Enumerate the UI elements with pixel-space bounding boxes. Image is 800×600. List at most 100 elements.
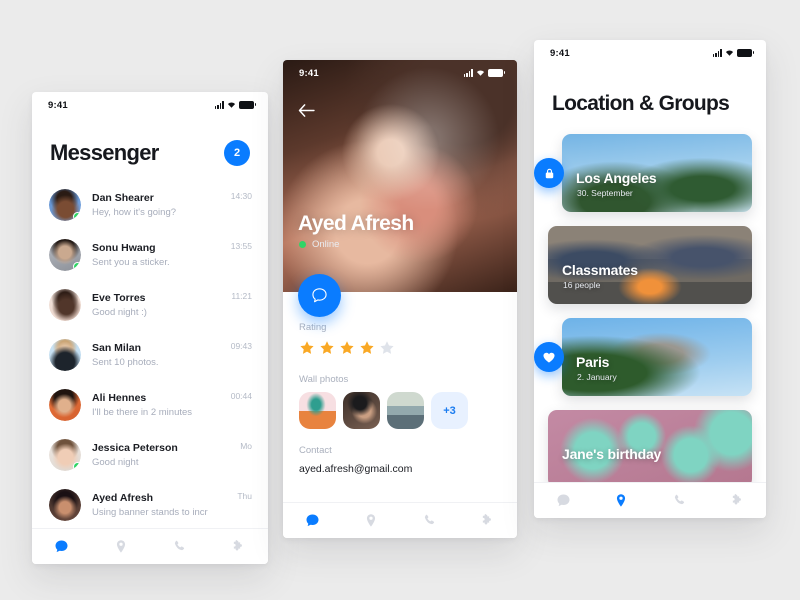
signal-bars-icon xyxy=(463,69,473,77)
location-pin-icon xyxy=(616,494,626,507)
online-indicator xyxy=(299,241,306,248)
list-item-text: Sonu Hwang Sent you a sticker. xyxy=(92,241,220,270)
chat-bubble-icon xyxy=(557,494,569,507)
contact-name: Ayed Afresh xyxy=(92,491,154,504)
contact-name: Jessica Peterson xyxy=(92,441,178,454)
card-container: Classmates 16 people xyxy=(548,226,752,304)
tab-chat[interactable] xyxy=(534,483,592,518)
profile-status: Online xyxy=(299,239,339,250)
card-lock-badge[interactable] xyxy=(534,158,564,188)
list-item[interactable]: Dan Shearer Hey, how it's going? 14:30 xyxy=(32,180,268,230)
avatar[interactable] xyxy=(49,339,81,371)
tab-calls[interactable] xyxy=(400,503,459,538)
back-button[interactable] xyxy=(298,104,315,122)
message-time: 13:55 xyxy=(230,241,252,251)
card-title: Los Angeles xyxy=(576,170,657,186)
card-subtitle: 30. September xyxy=(577,188,633,198)
back-arrow-icon xyxy=(298,104,315,117)
list-item-text: Jessica Peterson Good night xyxy=(92,441,229,470)
avatar[interactable] xyxy=(49,439,81,471)
profile-name: Ayed Afresh xyxy=(298,212,414,235)
message-button[interactable] xyxy=(298,274,341,317)
tab-chat[interactable] xyxy=(32,529,91,564)
list-item[interactable]: Ayed Afresh Using banner stands to incr … xyxy=(32,480,268,530)
card-title: Classmates xyxy=(562,262,638,278)
tab-calls[interactable] xyxy=(650,483,708,518)
groups-card-list[interactable]: Los Angeles 30. September Classmates 16 … xyxy=(534,134,766,488)
list-item-text: Eve Torres Good night :) xyxy=(92,291,220,320)
wall-photo-thumbnail[interactable] xyxy=(387,392,424,429)
rating-stars[interactable] xyxy=(299,340,501,356)
avatar[interactable] xyxy=(49,239,81,271)
list-item[interactable]: San Milan Sent 10 photos. 09:43 xyxy=(32,330,268,380)
contact-name: Sonu Hwang xyxy=(92,241,156,254)
signal-bars-icon xyxy=(712,49,722,57)
star-icon-empty xyxy=(380,341,394,354)
list-item[interactable]: Ali Hennes I'll be there in 2 minutes 00… xyxy=(32,380,268,430)
battery-icon xyxy=(239,101,257,109)
bottom-tab-bar[interactable] xyxy=(534,482,766,518)
profile-status-label: Online xyxy=(312,239,340,250)
puzzle-icon xyxy=(732,494,741,505)
wall-photo-thumbnail[interactable] xyxy=(343,392,380,429)
group-card[interactable]: Jane's birthday xyxy=(548,410,752,488)
wall-photos-more-button[interactable]: +3 xyxy=(431,392,468,429)
list-item[interactable]: Sonu Hwang Sent you a sticker. 13:55 xyxy=(32,230,268,280)
list-item-text: Ayed Afresh Using banner stands to incr xyxy=(92,491,226,520)
message-preview: I'll be there in 2 minutes xyxy=(92,406,193,418)
contact-email[interactable]: ayed.afresh@gmail.com xyxy=(299,463,501,475)
message-time: 14:30 xyxy=(230,191,252,201)
group-card[interactable]: Classmates 16 people xyxy=(548,226,752,304)
avatar[interactable] xyxy=(49,189,81,221)
screenshot-stage: 9:41 Messenger 2 Dan Shearer Hey, how it… xyxy=(0,0,800,600)
online-indicator xyxy=(73,462,81,471)
avatar[interactable] xyxy=(49,289,81,321)
phone-messenger-screen: 9:41 Messenger 2 Dan Shearer Hey, how it… xyxy=(32,92,268,564)
status-bar-time: 9:41 xyxy=(299,67,319,79)
wifi-icon xyxy=(227,101,236,109)
message-preview: Good night xyxy=(92,456,139,468)
wifi-icon xyxy=(476,69,485,77)
tab-location[interactable] xyxy=(91,529,150,564)
location-pin-icon xyxy=(116,540,125,553)
heart-icon xyxy=(543,352,555,363)
conversation-list[interactable]: Dan Shearer Hey, how it's going? 14:30 S… xyxy=(32,180,268,530)
list-item-text: Ali Hennes I'll be there in 2 minutes xyxy=(92,391,220,420)
status-bar-icons xyxy=(463,69,506,77)
tab-calls[interactable] xyxy=(150,529,209,564)
wifi-icon xyxy=(725,49,734,57)
message-time: Mo xyxy=(240,441,252,451)
list-item[interactable]: Eve Torres Good night :) 11:21 xyxy=(32,280,268,330)
online-indicator xyxy=(73,212,81,221)
wall-photos-list[interactable]: +3 xyxy=(299,392,501,429)
card-favorite-badge[interactable] xyxy=(534,342,564,372)
tab-location[interactable] xyxy=(592,483,650,518)
list-item-text: San Milan Sent 10 photos. xyxy=(92,341,220,370)
tab-more[interactable] xyxy=(209,529,268,564)
card-subtitle: 16 people xyxy=(563,280,601,290)
unread-badge[interactable]: 2 xyxy=(224,140,250,166)
status-bar-time: 9:41 xyxy=(48,99,68,111)
phone-icon xyxy=(674,494,684,505)
bottom-tab-bar[interactable] xyxy=(283,502,517,538)
status-bar-time: 9:41 xyxy=(550,47,570,59)
card-title: Jane's birthday xyxy=(562,446,662,462)
star-icon-filled xyxy=(360,341,374,354)
card-container: Jane's birthday xyxy=(548,410,752,488)
status-bar: 9:41 xyxy=(283,60,517,86)
star-icon-filled xyxy=(300,341,314,354)
wall-photo-thumbnail[interactable] xyxy=(299,392,336,429)
profile-hero-photo: 9:41 Ayed Afresh Online xyxy=(283,60,517,292)
tab-location[interactable] xyxy=(342,503,401,538)
list-item[interactable]: Jessica Peterson Good night Mo xyxy=(32,430,268,480)
tab-chat[interactable] xyxy=(283,503,342,538)
avatar[interactable] xyxy=(49,389,81,421)
group-card[interactable]: Paris 2. January xyxy=(562,318,752,396)
bottom-tab-bar[interactable] xyxy=(32,528,268,564)
tab-more[interactable] xyxy=(708,483,766,518)
status-bar: 9:41 xyxy=(32,92,268,118)
puzzle-icon xyxy=(483,514,492,525)
avatar[interactable] xyxy=(49,489,81,521)
group-card[interactable]: Los Angeles 30. September xyxy=(562,134,752,212)
tab-more[interactable] xyxy=(459,503,518,538)
